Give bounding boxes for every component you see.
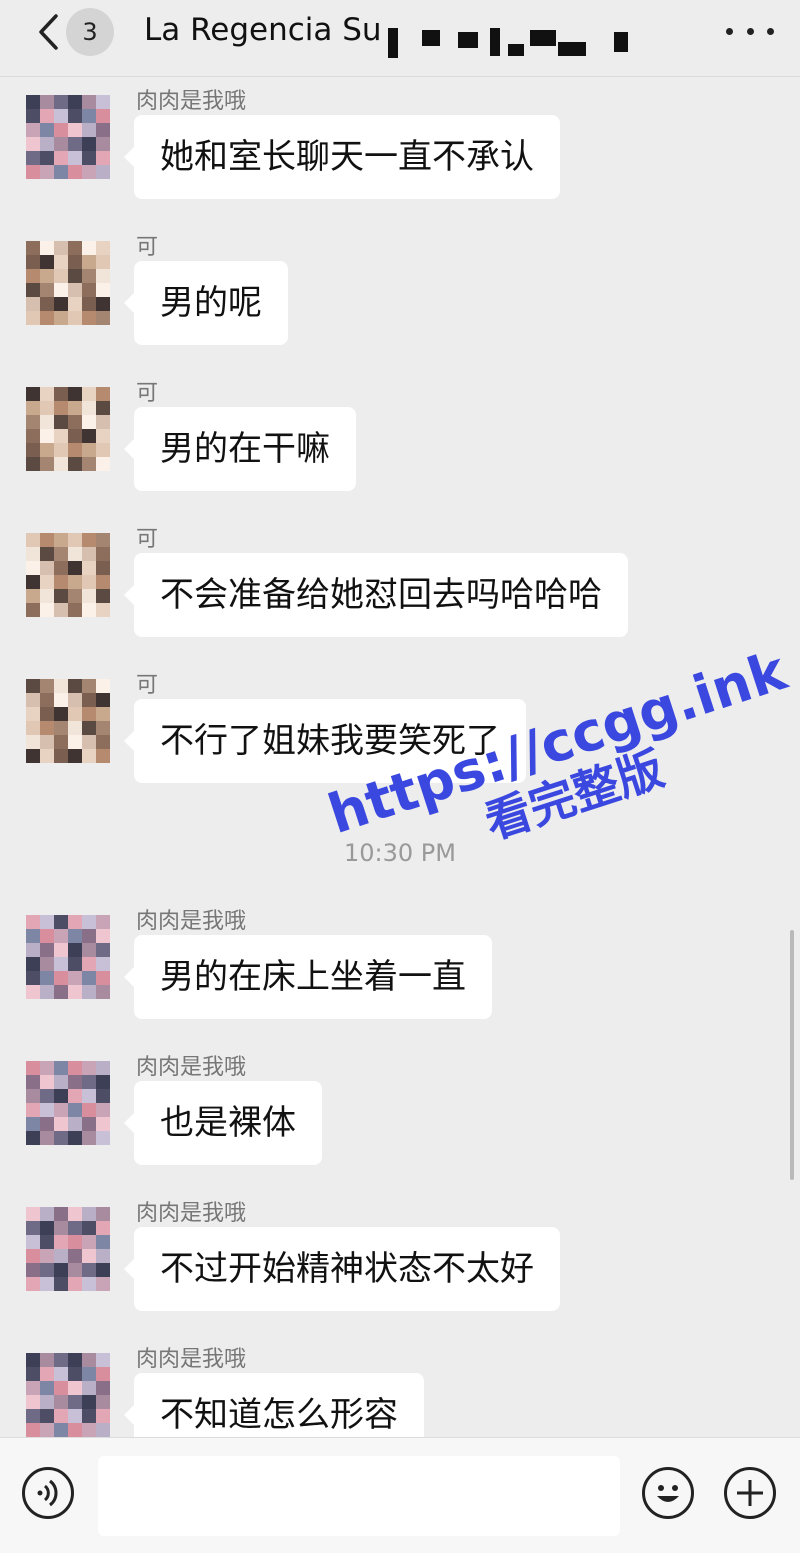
sender-name: 可: [136, 381, 159, 406]
back-button[interactable]: [28, 12, 68, 52]
unread-count-badge[interactable]: 3: [66, 8, 114, 56]
message-bubble[interactable]: 男的在干嘛: [124, 407, 356, 491]
input-bar: [0, 1437, 800, 1553]
avatar[interactable]: [26, 241, 110, 325]
avatar[interactable]: [26, 387, 110, 471]
emoji-button[interactable]: [642, 1467, 694, 1519]
avatar[interactable]: [26, 1061, 110, 1145]
more-functions-button[interactable]: [724, 1467, 776, 1519]
sender-name: 肉肉是我哦: [136, 89, 247, 114]
avatar[interactable]: [26, 679, 110, 763]
sender-name: 肉肉是我哦: [136, 1201, 247, 1226]
sender-name: 可: [136, 673, 159, 698]
sender-name: 可: [136, 235, 159, 260]
message-bubble[interactable]: 男的呢: [124, 261, 288, 345]
chat-title: La Regencia Su: [144, 12, 382, 48]
avatar[interactable]: [26, 1353, 110, 1437]
message-bubble[interactable]: 她和室长聊天一直不承认: [124, 115, 560, 199]
voice-button[interactable]: [22, 1467, 74, 1519]
redacted-title-mark: [380, 8, 650, 58]
plus-icon: [737, 1480, 763, 1506]
message-input[interactable]: [98, 1456, 620, 1536]
sender-name: 肉肉是我哦: [136, 909, 247, 934]
more-dot-icon: [767, 27, 774, 35]
message-bubble[interactable]: 不过开始精神状态不太好: [124, 1227, 560, 1311]
avatar[interactable]: [26, 915, 110, 999]
more-options-button[interactable]: [726, 14, 774, 48]
avatar[interactable]: [26, 95, 110, 179]
sender-name: 肉肉是我哦: [136, 1347, 247, 1372]
sender-name: 可: [136, 527, 159, 552]
more-dot-icon: [726, 27, 733, 35]
chat-header: 3 La Regencia Su: [0, 0, 800, 77]
more-dot-icon: [746, 27, 754, 35]
message-bubble[interactable]: 男的在床上坐着一直: [124, 935, 492, 1019]
avatar[interactable]: [26, 1207, 110, 1291]
sender-name: 肉肉是我哦: [136, 1055, 247, 1080]
message-bubble[interactable]: 不知道怎么形容: [124, 1373, 424, 1437]
message-bubble[interactable]: 也是裸体: [124, 1081, 322, 1165]
scrollbar[interactable]: [790, 930, 794, 1180]
avatar[interactable]: [26, 533, 110, 617]
emoji-icon: [657, 1485, 679, 1502]
chevron-left-icon: [39, 14, 58, 50]
message-bubble[interactable]: 不会准备给她怼回去吗哈哈哈: [124, 553, 628, 637]
voice-icon: [37, 1479, 58, 1507]
